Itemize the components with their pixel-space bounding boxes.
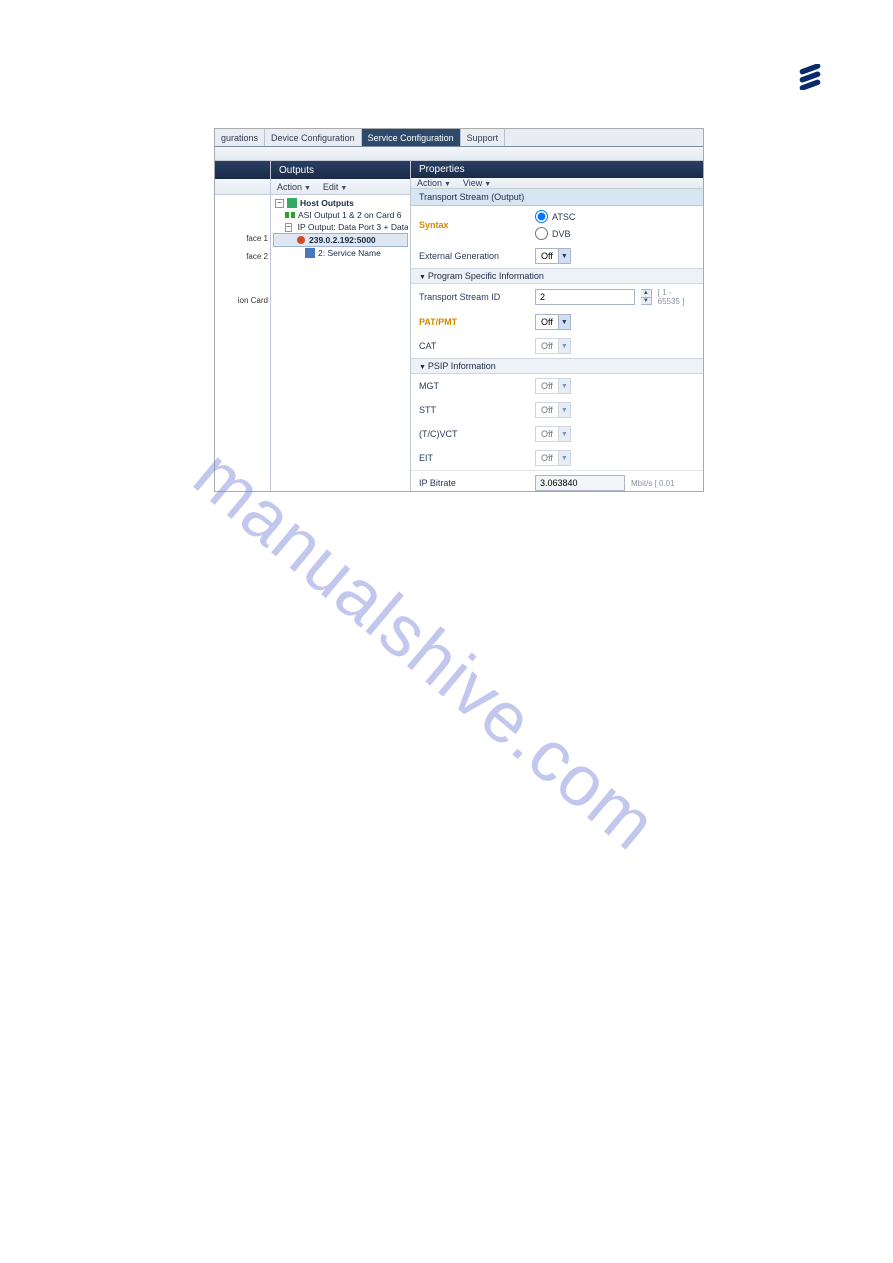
tree-ip-output[interactable]: − IP Output: Data Port 3 + Data Port 4 — [273, 221, 408, 233]
stream-icon — [296, 235, 306, 245]
ipbitrate-input — [535, 475, 625, 491]
eit-label: EIT — [419, 453, 529, 463]
tree-service[interactable]: 2: Service Name — [273, 247, 408, 259]
chevron-down-icon: ▼ — [558, 379, 570, 393]
tree-label: 2: Service Name — [318, 248, 381, 258]
tree-label: IP Output: Data Port 3 + Data Port 4 — [298, 222, 408, 232]
syntax-dvb-radio[interactable]: DVB — [535, 227, 575, 240]
stt-label: STT — [419, 405, 529, 415]
tab-device-configuration[interactable]: Device Configuration — [265, 129, 362, 146]
patpmt-label: PAT/PMT — [419, 317, 529, 327]
left-item-interface1[interactable]: face 1 — [215, 233, 270, 251]
outputs-header: Outputs — [271, 161, 410, 179]
ericsson-logo — [797, 64, 823, 90]
tsid-input[interactable] — [535, 289, 635, 305]
chevron-down-icon: ▼ — [558, 451, 570, 465]
tsid-stepper[interactable]: ▲▼ — [641, 289, 652, 305]
tcvct-select[interactable]: Off ▼ — [535, 426, 571, 442]
external-generation-select[interactable]: Off ▼ — [535, 248, 571, 264]
outputs-panel: Outputs Action Edit − Host Outputs A — [271, 161, 411, 491]
tab-support[interactable]: Support — [461, 129, 506, 146]
props-menu-view[interactable]: View — [463, 178, 491, 188]
left-item-interface2[interactable]: face 2 — [215, 251, 270, 269]
chevron-down-icon: ▼ — [558, 403, 570, 417]
properties-header: Properties — [411, 161, 703, 178]
ipbitrate-label: IP Bitrate — [419, 478, 529, 488]
left-panel: face 1 face 2 ion Card — [215, 161, 271, 491]
chevron-down-icon: ▼ — [558, 339, 570, 353]
mgt-select[interactable]: Off ▼ — [535, 378, 571, 394]
chevron-down-icon: ▼ — [558, 315, 570, 329]
stt-select[interactable]: Off ▼ — [535, 402, 571, 418]
top-tabs: gurations Device Configuration Service C… — [215, 129, 703, 147]
eit-select[interactable]: Off ▼ — [535, 450, 571, 466]
tsid-range: [ 1 - 65535 ] — [658, 288, 695, 306]
outputs-tree: − Host Outputs ASI Output 1 & 2 on Card … — [271, 195, 410, 261]
sub-toolbar — [215, 147, 703, 161]
cat-label: CAT — [419, 341, 529, 351]
cat-select[interactable]: Off ▼ — [535, 338, 571, 354]
external-generation-label: External Generation — [419, 251, 529, 261]
outputs-menu-edit[interactable]: Edit — [323, 182, 347, 192]
host-icon — [287, 198, 297, 208]
left-item-ioncard[interactable]: ion Card — [215, 295, 270, 313]
tcvct-label: (T/C)VCT — [419, 429, 529, 439]
left-panel-toolbar — [215, 179, 270, 195]
collapse-icon[interactable]: − — [275, 199, 284, 208]
syntax-atsc-radio[interactable]: ATSC — [535, 210, 575, 223]
tree-asi-output[interactable]: ASI Output 1 & 2 on Card 6 — [273, 209, 408, 221]
tree-label: 239.0.2.192:5000 — [309, 235, 376, 245]
service-icon — [305, 248, 315, 258]
tree-label: Host Outputs — [300, 198, 354, 208]
mgt-label: MGT — [419, 381, 529, 391]
tsid-label: Transport Stream ID — [419, 292, 529, 302]
psip-section-header[interactable]: PSIP Information — [411, 358, 703, 374]
tree-host-outputs[interactable]: − Host Outputs — [273, 197, 408, 209]
collapse-icon[interactable]: − — [285, 223, 292, 232]
syntax-label: Syntax — [419, 220, 529, 230]
props-menu-action[interactable]: Action — [417, 178, 451, 188]
properties-panel: Properties Action View Transport Stream … — [411, 161, 703, 491]
tab-service-configuration[interactable]: Service Configuration — [362, 129, 461, 146]
port-icon — [285, 210, 295, 220]
patpmt-select[interactable]: Off ▼ — [535, 314, 571, 330]
tab-configurations[interactable]: gurations — [215, 129, 265, 146]
left-panel-header — [215, 161, 270, 179]
psi-section-header[interactable]: Program Specific Information — [411, 268, 703, 284]
radio-label: ATSC — [552, 212, 575, 222]
app-window: gurations Device Configuration Service C… — [214, 128, 704, 492]
tree-label: ASI Output 1 & 2 on Card 6 — [298, 210, 401, 220]
chevron-down-icon: ▼ — [558, 249, 570, 263]
chevron-down-icon: ▼ — [558, 427, 570, 441]
transport-stream-output-header: Transport Stream (Output) — [411, 189, 703, 206]
outputs-menu-action[interactable]: Action — [277, 182, 311, 192]
radio-label: DVB — [552, 229, 571, 239]
ipbitrate-unit: Mbit/s [ 0.01 — [631, 479, 675, 488]
tree-stream[interactable]: 239.0.2.192:5000 — [273, 233, 408, 247]
